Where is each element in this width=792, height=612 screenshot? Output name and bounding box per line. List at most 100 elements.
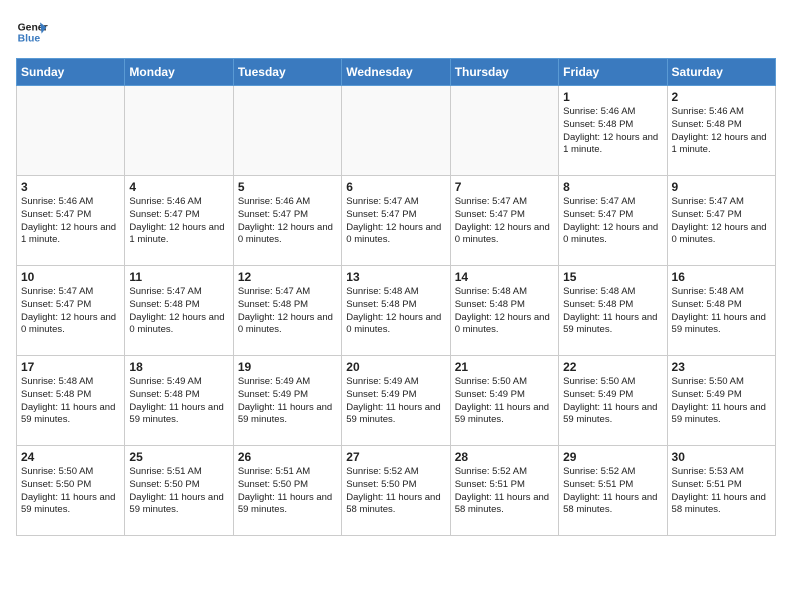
- day-number: 26: [238, 450, 337, 464]
- day-info: Sunrise: 5:48 AM Sunset: 5:48 PM Dayligh…: [346, 286, 445, 337]
- calendar-day-cell: [125, 86, 233, 176]
- calendar-day-cell: [233, 86, 341, 176]
- calendar-day-cell: 8 Sunrise: 5:47 AM Sunset: 5:47 PM Daylig…: [559, 176, 667, 266]
- calendar-day-cell: 29 Sunrise: 5:52 AM Sunset: 5:51 PM Dayli…: [559, 446, 667, 536]
- day-info: Sunrise: 5:48 AM Sunset: 5:48 PM Dayligh…: [563, 286, 662, 337]
- day-number: 15: [563, 270, 662, 284]
- day-number: 25: [129, 450, 228, 464]
- calendar-day-cell: 11Sunrise: 5:47 AM Sunset: 5:48 PM Dayli…: [125, 266, 233, 356]
- weekday-header: Tuesday: [233, 59, 341, 86]
- calendar-day-cell: 21 Sunrise: 5:50 AM Sunset: 5:49 PM Dayli…: [450, 356, 558, 446]
- day-number: 12: [238, 270, 337, 284]
- calendar-day-cell: [450, 86, 558, 176]
- day-number: 1: [563, 90, 662, 104]
- day-info: Sunrise: 5:52 AM Sunset: 5:50 PM Dayligh…: [346, 466, 445, 517]
- calendar-day-cell: 23 Sunrise: 5:50 AM Sunset: 5:49 PM Dayli…: [667, 356, 775, 446]
- day-info: Sunrise: 5:50 AM Sunset: 5:50 PM Dayligh…: [21, 466, 120, 517]
- day-number: 23: [672, 360, 771, 374]
- day-number: 21: [455, 360, 554, 374]
- calendar-day-cell: 18Sunrise: 5:49 AM Sunset: 5:48 PM Dayli…: [125, 356, 233, 446]
- calendar-day-cell: 2 Sunrise: 5:46 AM Sunset: 5:48 PM Daylig…: [667, 86, 775, 176]
- day-number: 24: [21, 450, 120, 464]
- day-number: 10: [21, 270, 120, 284]
- day-info: Sunrise: 5:53 AM Sunset: 5:51 PM Dayligh…: [672, 466, 771, 517]
- day-number: 2: [672, 90, 771, 104]
- day-info: Sunrise: 5:50 AM Sunset: 5:49 PM Dayligh…: [672, 376, 771, 427]
- calendar-day-cell: 25 Sunrise: 5:51 AM Sunset: 5:50 PM Dayli…: [125, 446, 233, 536]
- day-info: Sunrise: 5:47 AM Sunset: 5:47 PM Dayligh…: [21, 286, 120, 337]
- day-info: Sunrise: 5:52 AM Sunset: 5:51 PM Dayligh…: [563, 466, 662, 517]
- day-info: Sunrise: 5:50 AM Sunset: 5:49 PM Dayligh…: [455, 376, 554, 427]
- day-info: Sunrise: 5:48 AM Sunset: 5:48 PM Dayligh…: [455, 286, 554, 337]
- weekday-header: Wednesday: [342, 59, 450, 86]
- day-number: 29: [563, 450, 662, 464]
- calendar-day-cell: 12Sunrise: 5:47 AM Sunset: 5:48 PM Dayli…: [233, 266, 341, 356]
- calendar-day-cell: 3 Sunrise: 5:46 AM Sunset: 5:47 PM Daylig…: [17, 176, 125, 266]
- day-info: Sunrise: 5:46 AM Sunset: 5:47 PM Dayligh…: [21, 196, 120, 247]
- day-number: 22: [563, 360, 662, 374]
- day-info: Sunrise: 5:47 AM Sunset: 5:47 PM Dayligh…: [455, 196, 554, 247]
- day-number: 16: [672, 270, 771, 284]
- day-info: Sunrise: 5:47 AM Sunset: 5:47 PM Dayligh…: [563, 196, 662, 247]
- calendar-day-cell: [17, 86, 125, 176]
- calendar-week-row: 3 Sunrise: 5:46 AM Sunset: 5:47 PM Daylig…: [17, 176, 776, 266]
- day-number: 13: [346, 270, 445, 284]
- calendar-day-cell: 26 Sunrise: 5:51 AM Sunset: 5:50 PM Dayli…: [233, 446, 341, 536]
- day-number: 5: [238, 180, 337, 194]
- svg-text:Blue: Blue: [18, 34, 41, 45]
- calendar-day-cell: 17 Sunrise: 5:48 AM Sunset: 5:48 PM Dayli…: [17, 356, 125, 446]
- day-number: 17: [21, 360, 120, 374]
- logo: General Blue: [16, 16, 52, 48]
- day-number: 8: [563, 180, 662, 194]
- calendar-table: SundayMondayTuesdayWednesdayThursdayFrid…: [16, 58, 776, 536]
- day-info: Sunrise: 5:47 AM Sunset: 5:48 PM Dayligh…: [129, 286, 228, 337]
- calendar-week-row: 10 Sunrise: 5:47 AM Sunset: 5:47 PM Dayli…: [17, 266, 776, 356]
- calendar-week-row: 24 Sunrise: 5:50 AM Sunset: 5:50 PM Dayli…: [17, 446, 776, 536]
- calendar-day-cell: 13 Sunrise: 5:48 AM Sunset: 5:48 PM Dayli…: [342, 266, 450, 356]
- day-number: 18: [129, 360, 228, 374]
- day-info: Sunrise: 5:51 AM Sunset: 5:50 PM Dayligh…: [238, 466, 337, 517]
- day-number: 19: [238, 360, 337, 374]
- day-number: 3: [21, 180, 120, 194]
- calendar-day-cell: 6Sunrise: 5:47 AM Sunset: 5:47 PM Daylig…: [342, 176, 450, 266]
- day-info: Sunrise: 5:46 AM Sunset: 5:47 PM Dayligh…: [238, 196, 337, 247]
- day-number: 30: [672, 450, 771, 464]
- calendar-day-cell: 15 Sunrise: 5:48 AM Sunset: 5:48 PM Dayli…: [559, 266, 667, 356]
- calendar-day-cell: 20 Sunrise: 5:49 AM Sunset: 5:49 PM Dayli…: [342, 356, 450, 446]
- day-number: 27: [346, 450, 445, 464]
- calendar-day-cell: 16 Sunrise: 5:48 AM Sunset: 5:48 PM Dayli…: [667, 266, 775, 356]
- day-info: Sunrise: 5:49 AM Sunset: 5:49 PM Dayligh…: [238, 376, 337, 427]
- day-number: 9: [672, 180, 771, 194]
- day-number: 6: [346, 180, 445, 194]
- weekday-header: Friday: [559, 59, 667, 86]
- day-info: Sunrise: 5:48 AM Sunset: 5:48 PM Dayligh…: [21, 376, 120, 427]
- calendar-day-cell: 9 Sunrise: 5:47 AM Sunset: 5:47 PM Daylig…: [667, 176, 775, 266]
- day-number: 20: [346, 360, 445, 374]
- day-info: Sunrise: 5:51 AM Sunset: 5:50 PM Dayligh…: [129, 466, 228, 517]
- day-info: Sunrise: 5:50 AM Sunset: 5:49 PM Dayligh…: [563, 376, 662, 427]
- calendar-day-cell: 30 Sunrise: 5:53 AM Sunset: 5:51 PM Dayli…: [667, 446, 775, 536]
- calendar-header-row: SundayMondayTuesdayWednesdayThursdayFrid…: [17, 59, 776, 86]
- day-number: 4: [129, 180, 228, 194]
- calendar-day-cell: 22 Sunrise: 5:50 AM Sunset: 5:49 PM Dayli…: [559, 356, 667, 446]
- calendar-day-cell: 14 Sunrise: 5:48 AM Sunset: 5:48 PM Dayli…: [450, 266, 558, 356]
- day-info: Sunrise: 5:46 AM Sunset: 5:47 PM Dayligh…: [129, 196, 228, 247]
- day-number: 7: [455, 180, 554, 194]
- day-info: Sunrise: 5:46 AM Sunset: 5:48 PM Dayligh…: [563, 106, 662, 157]
- calendar-day-cell: 10 Sunrise: 5:47 AM Sunset: 5:47 PM Dayli…: [17, 266, 125, 356]
- weekday-header: Thursday: [450, 59, 558, 86]
- calendar-day-cell: 5 Sunrise: 5:46 AM Sunset: 5:47 PM Daylig…: [233, 176, 341, 266]
- calendar-day-cell: [342, 86, 450, 176]
- day-info: Sunrise: 5:52 AM Sunset: 5:51 PM Dayligh…: [455, 466, 554, 517]
- day-number: 14: [455, 270, 554, 284]
- calendar-day-cell: 1 Sunrise: 5:46 AM Sunset: 5:48 PM Daylig…: [559, 86, 667, 176]
- calendar-day-cell: 4 Sunrise: 5:46 AM Sunset: 5:47 PM Daylig…: [125, 176, 233, 266]
- weekday-header: Monday: [125, 59, 233, 86]
- day-info: Sunrise: 5:46 AM Sunset: 5:48 PM Dayligh…: [672, 106, 771, 157]
- day-info: Sunrise: 5:47 AM Sunset: 5:47 PM Dayligh…: [672, 196, 771, 247]
- calendar-day-cell: 19 Sunrise: 5:49 AM Sunset: 5:49 PM Dayli…: [233, 356, 341, 446]
- day-number: 28: [455, 450, 554, 464]
- day-info: Sunrise: 5:48 AM Sunset: 5:48 PM Dayligh…: [672, 286, 771, 337]
- day-info: Sunrise: 5:49 AM Sunset: 5:49 PM Dayligh…: [346, 376, 445, 427]
- calendar-day-cell: 28 Sunrise: 5:52 AM Sunset: 5:51 PM Dayli…: [450, 446, 558, 536]
